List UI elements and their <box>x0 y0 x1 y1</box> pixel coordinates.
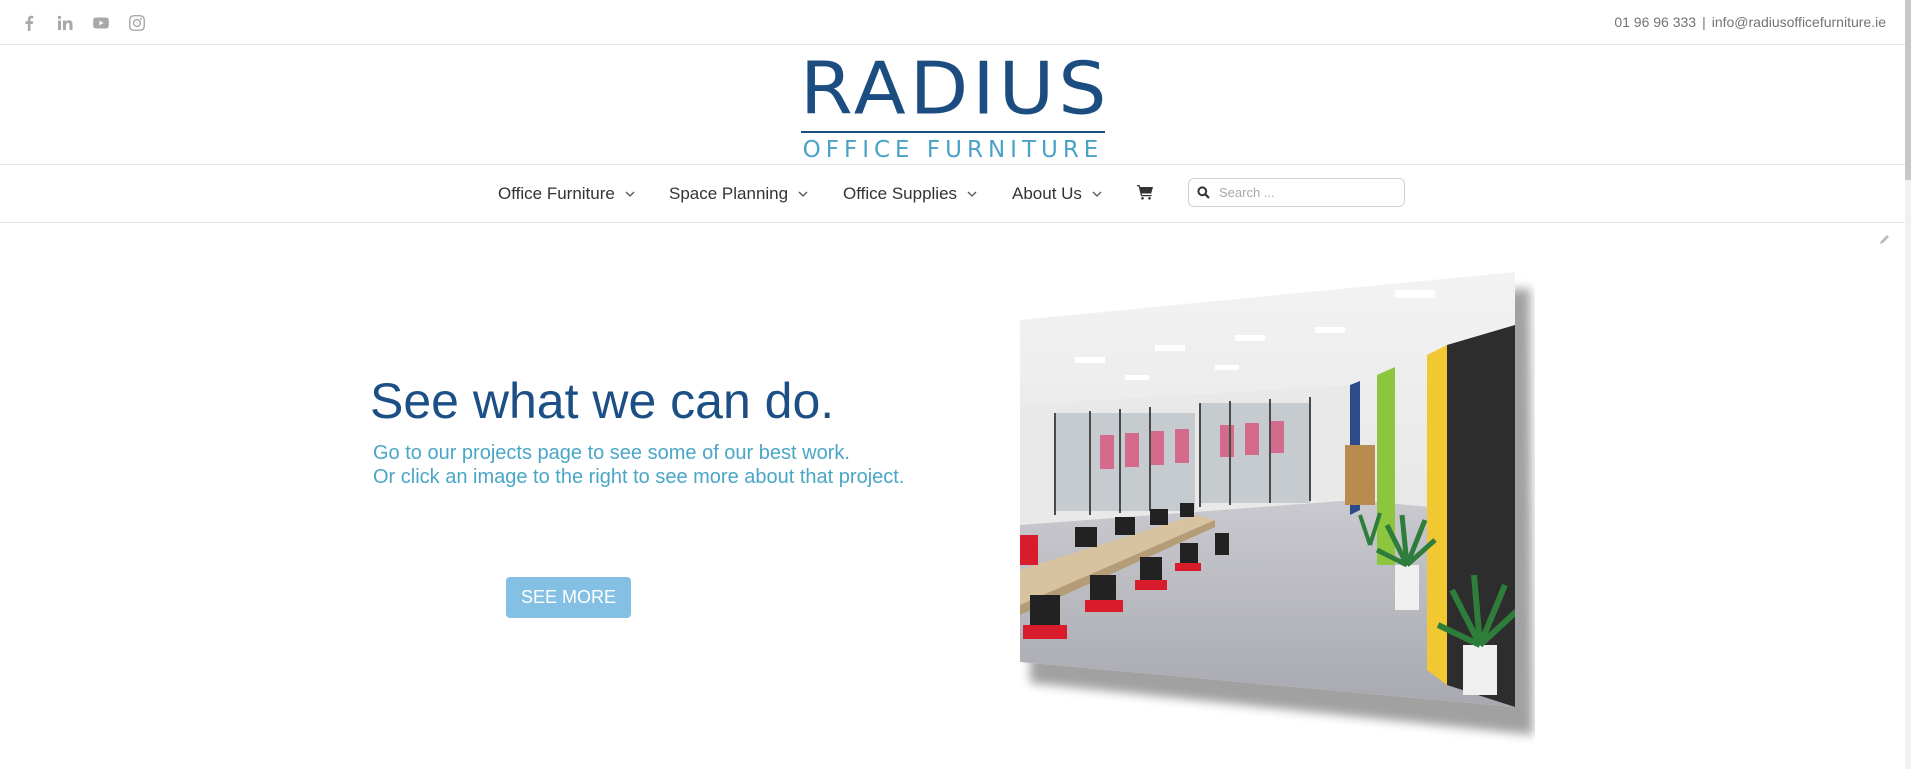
search-icon[interactable] <box>1197 186 1210 199</box>
instagram-icon <box>129 15 145 31</box>
nav-item-office-furniture[interactable]: Office Furniture <box>498 184 635 204</box>
logo-tagline: OFFICE FURNITURE <box>802 137 1104 163</box>
contact-separator: | <box>1702 14 1706 30</box>
logo-wordmark: RADIUS <box>800 46 1111 131</box>
pencil-icon[interactable] <box>1879 233 1891 245</box>
see-more-button[interactable]: SEE MORE <box>506 577 631 618</box>
linkedin-icon <box>57 15 73 30</box>
top-bar: 01 96 96 333 | info@radiusofficefurnitur… <box>0 0 1911 45</box>
nav-item-label: Office Supplies <box>843 184 958 203</box>
instagram-link[interactable] <box>126 12 148 34</box>
hero-headline: See what we can do. <box>370 373 835 429</box>
search-box <box>1188 178 1405 207</box>
youtube-link[interactable] <box>90 12 112 34</box>
nav-item-space-planning[interactable]: Space Planning <box>669 184 808 204</box>
hero-subtext: Go to our projects page to see some of o… <box>373 441 904 489</box>
nav-item-office-supplies[interactable]: Office Supplies <box>843 184 977 204</box>
nav-item-label: About Us <box>1012 184 1082 203</box>
logo-area: RADIUS OFFICE FURNITURE <box>0 45 1911 165</box>
office-project-photo <box>1020 272 1533 735</box>
social-links <box>18 12 162 34</box>
logo-divider <box>801 131 1105 133</box>
scrollbar[interactable] <box>1905 0 1911 769</box>
nav-item-label: Space Planning <box>669 184 789 203</box>
linkedin-link[interactable] <box>54 12 76 34</box>
nav-item-about-us[interactable]: About Us <box>1012 184 1102 204</box>
page: 01 96 96 333 | info@radiusofficefurnitur… <box>0 0 1911 769</box>
contact-info: 01 96 96 333 | info@radiusofficefurnitur… <box>1614 14 1886 30</box>
chevron-down-icon <box>1092 191 1102 197</box>
facebook-icon <box>25 15 34 31</box>
chevron-down-icon <box>967 191 977 197</box>
main-nav: Office Furniture Space Planning Office S… <box>0 165 1911 223</box>
search-input[interactable] <box>1219 182 1399 203</box>
hero-subtext-line-2: Or click an image to the right to see mo… <box>373 466 905 488</box>
chevron-down-icon <box>625 191 635 197</box>
shopping-cart-icon[interactable] <box>1137 184 1153 200</box>
phone-link[interactable]: 01 96 96 333 <box>1614 14 1696 30</box>
site-logo[interactable]: RADIUS OFFICE FURNITURE <box>800 46 1111 163</box>
scrollbar-thumb[interactable] <box>1905 0 1911 180</box>
nav-item-label: Office Furniture <box>498 184 615 203</box>
email-link[interactable]: info@radiusofficefurniture.ie <box>1712 14 1886 30</box>
chevron-down-icon <box>798 191 808 197</box>
hero-subtext-line-1: Go to our projects page to see some of o… <box>373 442 850 464</box>
youtube-icon <box>93 17 109 29</box>
facebook-link[interactable] <box>18 12 40 34</box>
project-image[interactable] <box>1015 265 1535 745</box>
